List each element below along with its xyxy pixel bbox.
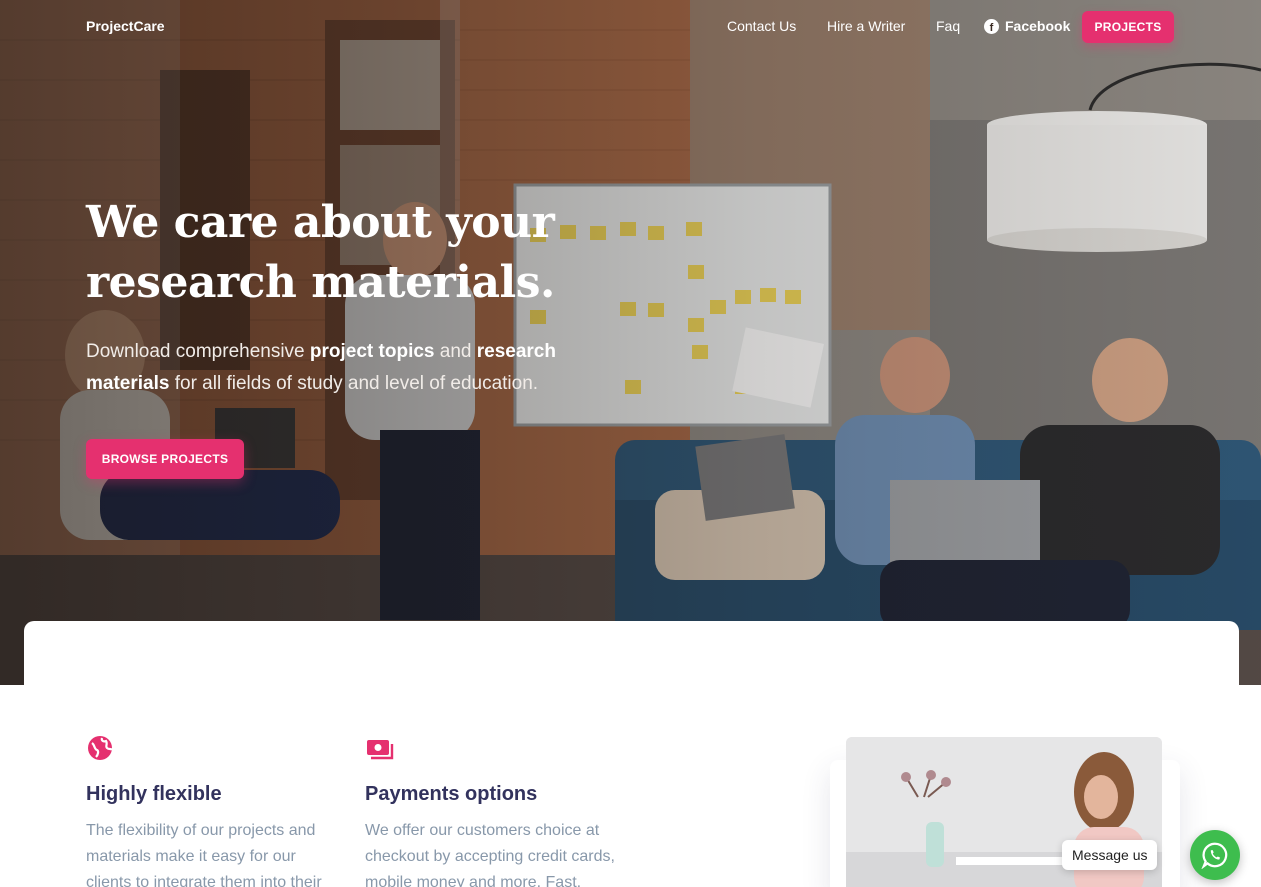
nav-link-facebook-label: Facebook xyxy=(1005,18,1071,34)
feature-highly-flexible: Highly flexible The flexibility of our p… xyxy=(86,735,346,887)
nav-link-contact-us[interactable]: Contact Us xyxy=(727,18,796,34)
hero-subtext-part-3: for all fields of study and level of edu… xyxy=(169,373,539,394)
projects-button[interactable]: PROJECTS xyxy=(1082,11,1174,43)
hero-subtext: Download comprehensive project topics an… xyxy=(86,336,586,400)
brand-logo[interactable]: ProjectCare xyxy=(86,18,165,34)
hero-headline-line-1: We care about your xyxy=(86,197,555,248)
feature-text: The flexibility of our projects and mate… xyxy=(86,822,322,887)
hero-subtext-part-1: Download comprehensive xyxy=(86,341,310,362)
whatsapp-icon xyxy=(1201,842,1228,869)
money-icon xyxy=(367,740,394,760)
nav-link-hire-a-writer[interactable]: Hire a Writer xyxy=(827,18,905,34)
browse-projects-button[interactable]: BROWSE PROJECTS xyxy=(86,439,244,479)
whatsapp-chat-button[interactable] xyxy=(1190,830,1240,880)
feature-title: Highly flexible xyxy=(86,783,222,805)
hero-headline: We care about your research materials. xyxy=(86,193,606,313)
nav-link-faq[interactable]: Faq xyxy=(936,18,960,34)
globe-icon xyxy=(88,736,113,760)
hero-headline-line-2: research materials. xyxy=(86,257,555,308)
nav-link-facebook[interactable]: f Facebook xyxy=(984,18,1070,34)
hero-section: ProjectCare Contact Us Hire a Writer Faq… xyxy=(0,0,1261,685)
feature-payments-options: Payments options We offer our customers … xyxy=(365,735,625,887)
hero-subtext-part-2: and xyxy=(434,341,477,362)
facebook-icon: f xyxy=(984,18,999,34)
feature-title: Payments options xyxy=(365,783,538,805)
feature-text: We offer our customers choice at checkou… xyxy=(365,822,615,887)
message-us-label[interactable]: Message us xyxy=(1062,840,1158,870)
top-navigation: ProjectCare Contact Us Hire a Writer Faq… xyxy=(0,0,1261,54)
hero-subtext-bold-1: project topics xyxy=(309,341,435,362)
